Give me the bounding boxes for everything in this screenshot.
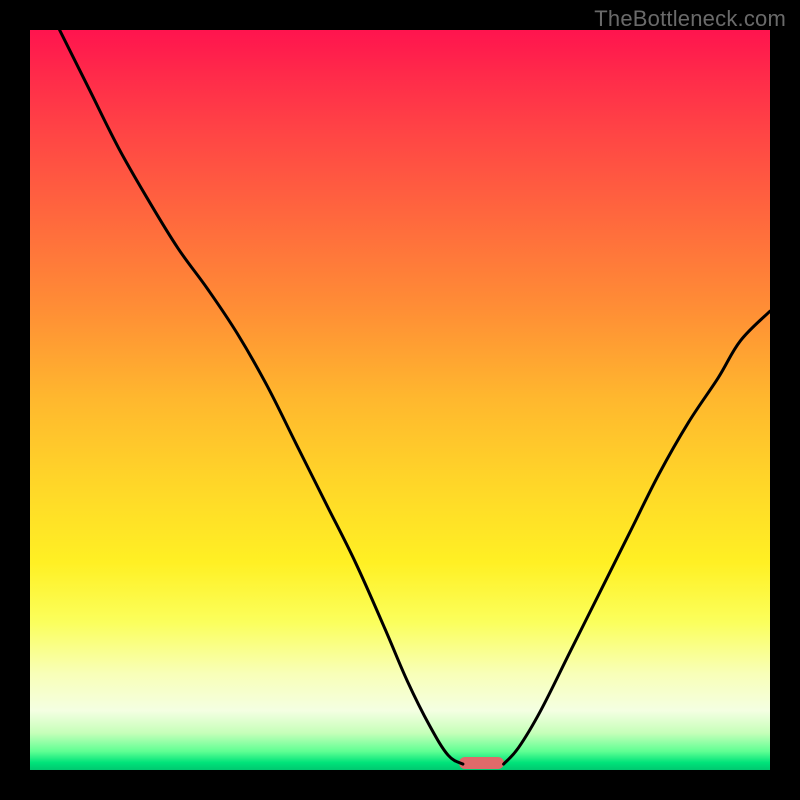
chart-frame: TheBottleneck.com: [0, 0, 800, 800]
bottleneck-curve: [30, 30, 770, 770]
bottleneck-left-path: [60, 30, 463, 764]
watermark-text: TheBottleneck.com: [594, 6, 786, 32]
plot-area: [30, 30, 770, 770]
bottleneck-right-path: [504, 311, 770, 764]
